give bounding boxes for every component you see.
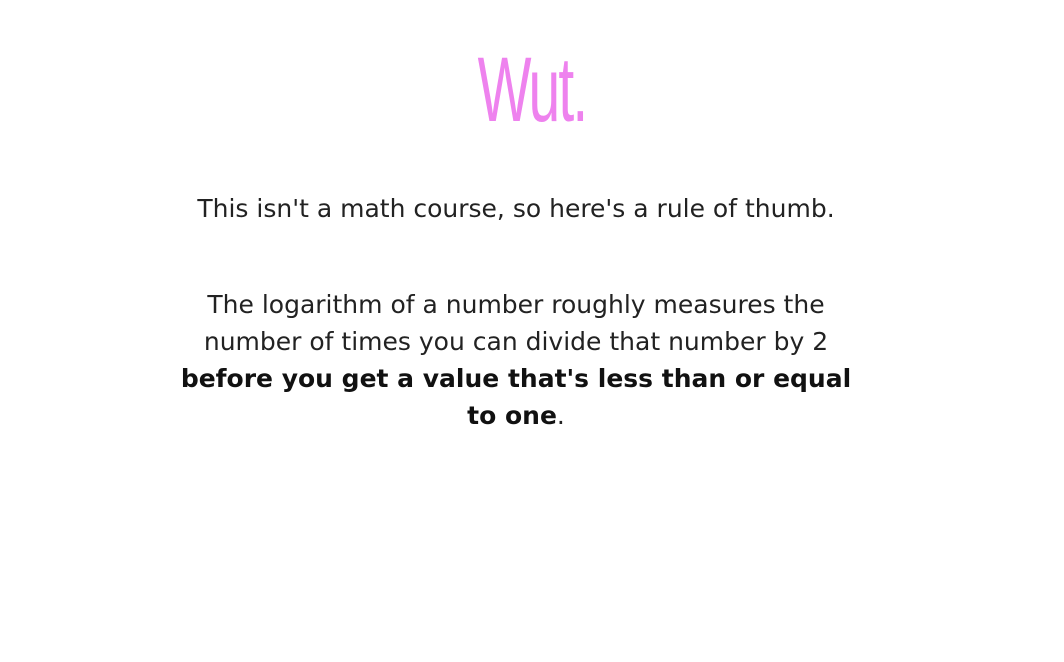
explanation-emphasis: before you get a value that's less than … (180, 364, 852, 430)
explanation-period: . (556, 401, 565, 430)
explanation-text: The logarithm of a number roughly measur… (180, 286, 852, 434)
intro-text: This isn't a math course, so here's a ru… (197, 194, 835, 223)
slide: Wut. This isn't a math course, so here's… (0, 0, 1064, 662)
slide-title: Wut. (477, 39, 589, 141)
explanation-plain: The logarithm of a number roughly measur… (203, 290, 829, 356)
